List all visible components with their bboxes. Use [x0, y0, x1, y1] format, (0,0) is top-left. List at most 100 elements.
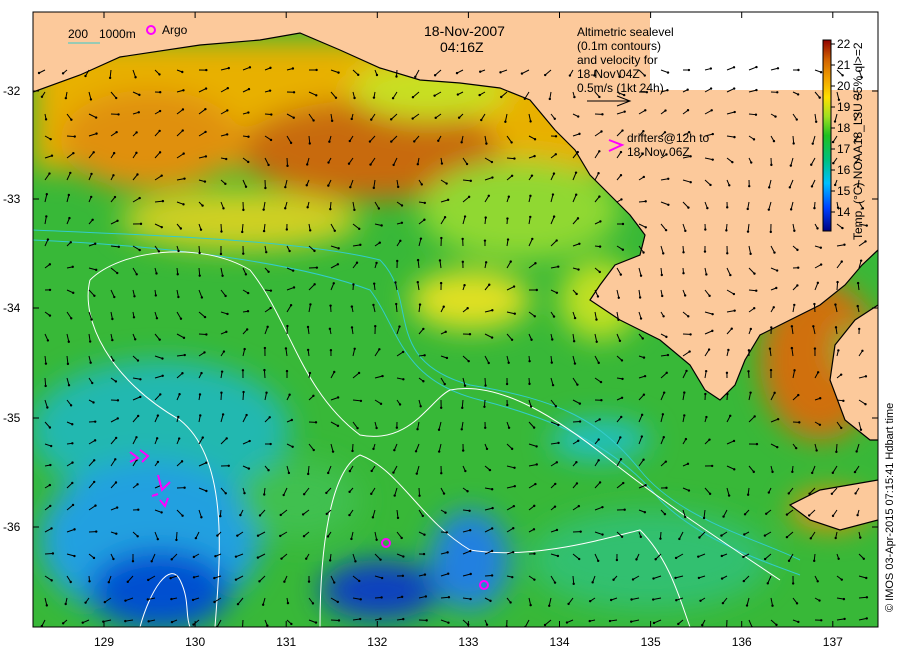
velocity-arrow-head	[447, 621, 450, 624]
velocity-arrow-head	[535, 463, 538, 466]
altimetry-line: (0.1m contours)	[577, 39, 661, 53]
velocity-arrow-head	[484, 384, 487, 387]
velocity-arrow-head	[770, 326, 773, 329]
velocity-arrow-head	[662, 391, 666, 394]
velocity-arrow-head	[357, 73, 360, 77]
velocity-arrow-head	[398, 325, 401, 328]
velocity-arrow-head	[279, 534, 282, 538]
velocity-arrow-head	[220, 391, 223, 394]
velocity-arrow-head	[788, 186, 792, 189]
velocity-arrow-head	[797, 620, 800, 624]
velocity-arrow-head	[328, 327, 332, 331]
velocity-arrow-head	[263, 368, 266, 372]
velocity-arrow-head	[808, 492, 811, 495]
velocity-arrow-head	[467, 195, 471, 199]
velocity-arrow-head	[69, 241, 72, 244]
velocity-arrow-head	[91, 381, 94, 385]
velocity-arrow-head	[529, 405, 533, 408]
velocity-arrow-head	[730, 327, 733, 330]
map-time: 04:16Z	[440, 39, 484, 55]
velocity-arrow-head	[147, 620, 150, 623]
velocity-arrow-head	[179, 227, 183, 230]
velocity-arrow-head	[640, 413, 644, 417]
velocity-arrow-head	[396, 259, 399, 263]
velocity-arrow-head	[469, 597, 472, 601]
velocity-arrow-head	[489, 599, 492, 603]
velocity-arrow-head	[48, 483, 52, 487]
velocity-arrow-head	[599, 220, 602, 223]
velocity-arrow-head	[666, 89, 669, 92]
velocity-arrow-head	[247, 135, 250, 138]
velocity-arrow-head	[421, 514, 425, 518]
velocity-arrow-head	[440, 236, 443, 240]
velocity-arrow-head	[513, 466, 516, 470]
altimetry-line: Altimetric sealevel	[577, 25, 674, 39]
velocity-arrow-head	[200, 516, 203, 519]
velocity-arrow-head	[115, 532, 118, 535]
velocity-arrow-head	[601, 533, 604, 536]
velocity-arrow-head	[447, 595, 451, 599]
velocity-arrow-head	[247, 87, 251, 91]
velocity-arrow-head	[336, 263, 340, 266]
velocity-arrow-head	[621, 248, 625, 251]
lon-tick-label: 135	[641, 635, 661, 649]
velocity-arrow-head	[64, 96, 68, 100]
velocity-arrow-head	[225, 157, 228, 161]
velocity-arrow-head	[630, 620, 633, 623]
velocity-arrow-head	[170, 620, 174, 624]
velocity-arrow-head	[767, 186, 771, 189]
velocity-arrow-head	[139, 395, 142, 399]
velocity-arrow-head	[837, 557, 840, 561]
velocity-arrow-head	[535, 445, 538, 448]
velocity-arrow-head	[177, 415, 180, 419]
velocity-arrow-head	[139, 222, 143, 226]
velocity-arrow-head	[95, 530, 98, 533]
velocity-arrow-head	[372, 447, 375, 451]
velocity-arrow-head	[356, 426, 359, 430]
velocity-arrow-head	[359, 399, 363, 403]
velocity-arrow-head	[181, 514, 184, 517]
velocity-arrow-head	[262, 208, 265, 211]
velocity-arrow-head	[117, 245, 120, 249]
velocity-arrow-head	[774, 115, 777, 118]
velocity-arrow-head	[177, 249, 180, 253]
velocity-arrow-head	[534, 262, 537, 265]
velocity-arrow-head	[221, 413, 225, 416]
velocity-arrow-head	[48, 263, 52, 266]
velocity-arrow-head	[336, 600, 340, 604]
velocity-arrow-head	[667, 203, 670, 206]
velocity-arrow-head	[181, 129, 184, 132]
velocity-arrow-head	[617, 296, 620, 299]
velocity-arrow-head	[201, 436, 204, 439]
velocity-arrow-head	[288, 249, 291, 253]
velocity-arrow-head	[555, 461, 559, 464]
velocity-arrow-head	[557, 423, 560, 427]
velocity-arrow-head	[746, 207, 749, 211]
velocity-arrow-head	[485, 623, 489, 626]
velocity-arrow-head	[327, 184, 330, 187]
velocity-arrow-head	[814, 120, 818, 123]
lon-tick-label: 130	[185, 635, 205, 649]
velocity-arrow-head	[423, 201, 427, 205]
velocity-arrow-head	[136, 483, 139, 486]
velocity-arrow-head	[315, 68, 318, 72]
velocity-arrow-head	[117, 113, 120, 116]
velocity-arrow-head	[555, 528, 559, 532]
velocity-arrow-head	[785, 513, 789, 516]
velocity-arrow-head	[811, 142, 814, 145]
velocity-arrow-head	[135, 131, 138, 134]
velocity-arrow-head	[114, 481, 118, 484]
velocity-arrow-head	[50, 579, 53, 582]
velocity-arrow-head	[418, 303, 422, 306]
velocity-arrow-head	[598, 95, 601, 99]
velocity-arrow-head	[369, 163, 372, 166]
velocity-arrow-head	[706, 206, 709, 210]
velocity-arrow-head	[327, 161, 330, 164]
velocity-arrow-head	[865, 224, 868, 227]
velocity-arrow-head	[280, 557, 283, 560]
velocity-arrow-head	[529, 120, 532, 123]
velocity-arrow-head	[169, 576, 172, 580]
velocity-arrow-head	[720, 577, 724, 580]
velocity-arrow-head	[575, 292, 578, 296]
velocity-arrow-head	[639, 274, 643, 277]
